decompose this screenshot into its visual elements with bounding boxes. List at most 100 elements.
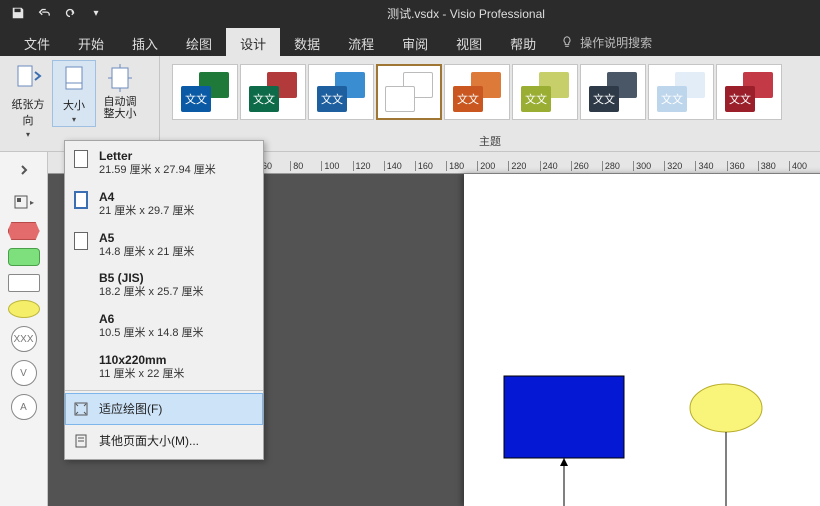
tab-data[interactable]: 数据 bbox=[280, 26, 334, 56]
ruler-tick: 360 bbox=[727, 161, 758, 171]
size-option[interactable]: 110x220mm11 厘米 x 22 厘米 bbox=[65, 347, 263, 388]
size-icon bbox=[58, 63, 90, 95]
page-icon bbox=[74, 150, 88, 168]
page-icon bbox=[74, 191, 88, 209]
tab-process[interactable]: 流程 bbox=[334, 26, 388, 56]
ruler-tick: 280 bbox=[602, 161, 633, 171]
quick-shape-ellipse[interactable] bbox=[8, 300, 40, 318]
shapes-pane-collapsed: ▸ XXX V A bbox=[0, 152, 48, 506]
app-name: Visio Professional bbox=[450, 7, 545, 21]
quick-shape-circle-3[interactable]: A bbox=[11, 394, 37, 420]
ruler-tick: 300 bbox=[633, 161, 664, 171]
group-themes: 文文文文文文文文文文文文文文文文 主题 bbox=[160, 56, 820, 151]
quick-shape-circle-2[interactable]: V bbox=[11, 360, 37, 386]
orientation-icon bbox=[12, 62, 44, 94]
size-option[interactable]: A610.5 厘米 x 14.8 厘米 bbox=[65, 306, 263, 347]
tab-help[interactable]: 帮助 bbox=[496, 26, 550, 56]
theme-thumb[interactable]: 文文 bbox=[512, 64, 578, 120]
window-title: 测试.vsdx - Visio Professional bbox=[112, 5, 820, 22]
ruler-tick: 200 bbox=[477, 161, 508, 171]
size-option-title: A5 bbox=[99, 231, 194, 246]
quick-shape-circle-1[interactable]: XXX bbox=[11, 326, 37, 352]
tab-review[interactable]: 审阅 bbox=[388, 26, 442, 56]
pin-button[interactable]: ▸ bbox=[10, 190, 38, 214]
chevron-down-icon: ▾ bbox=[26, 130, 30, 139]
arrowhead-icon bbox=[560, 458, 568, 466]
size-option-subtitle: 14.8 厘米 x 21 厘米 bbox=[99, 246, 194, 260]
shape-ellipse[interactable] bbox=[690, 384, 762, 432]
lightbulb-icon bbox=[560, 35, 574, 49]
size-dropdown: Letter21.59 厘米 x 27.94 厘米A421 厘米 x 29.7 … bbox=[64, 140, 264, 460]
title-bar: ▾ 测试.vsdx - Visio Professional bbox=[0, 0, 820, 26]
quick-shape-rounded-rect[interactable] bbox=[8, 248, 40, 266]
tell-me-search[interactable]: 操作说明搜索 bbox=[560, 26, 652, 56]
theme-thumb[interactable]: 文文 bbox=[308, 64, 374, 120]
qat-customize-button[interactable]: ▾ bbox=[84, 2, 108, 24]
group-page-setup: 纸张方向 ▾ 大小 ▾ 自动调整大小 页 bbox=[0, 56, 160, 151]
theme-thumb[interactable] bbox=[376, 64, 442, 120]
size-option-title: 110x220mm bbox=[99, 353, 184, 368]
theme-thumb[interactable]: 文文 bbox=[172, 64, 238, 120]
ruler-tick: 260 bbox=[571, 161, 602, 171]
size-option[interactable]: Letter21.59 厘米 x 27.94 厘米 bbox=[65, 143, 263, 184]
ribbon-tabs: 文件 开始 插入 绘图 设计 数据 流程 审阅 视图 帮助 操作说明搜索 bbox=[0, 26, 820, 56]
tab-view[interactable]: 视图 bbox=[442, 26, 496, 56]
ruler-tick: 400 bbox=[789, 161, 820, 171]
tab-home[interactable]: 开始 bbox=[64, 26, 118, 56]
ruler-tick: 100 bbox=[321, 161, 352, 171]
chevron-right-icon bbox=[18, 164, 30, 176]
ribbon: 纸张方向 ▾ 大小 ▾ 自动调整大小 页 文文文文文文文文文文文文文文文文 主题 bbox=[0, 56, 820, 152]
ruler-tick: 160 bbox=[415, 161, 446, 171]
ruler-tick: 120 bbox=[353, 161, 384, 171]
theme-gallery: 文文文文文文文文文文文文文文文文 bbox=[166, 60, 814, 133]
drawing-page[interactable] bbox=[464, 174, 820, 506]
save-icon bbox=[11, 6, 25, 20]
theme-thumb[interactable]: 文文 bbox=[716, 64, 782, 120]
size-option-title: A4 bbox=[99, 190, 194, 205]
autosize-icon bbox=[104, 62, 136, 94]
fit-to-drawing-action[interactable]: 适应绘图(F) bbox=[65, 393, 263, 425]
quick-shape-rect[interactable] bbox=[8, 274, 40, 292]
size-option-subtitle: 21.59 厘米 x 27.94 厘米 bbox=[99, 164, 216, 178]
orientation-button[interactable]: 纸张方向 ▾ bbox=[6, 60, 50, 141]
quick-shape-hexagon[interactable] bbox=[8, 222, 40, 240]
tab-insert[interactable]: 插入 bbox=[118, 26, 172, 56]
size-option-title: A6 bbox=[99, 312, 204, 327]
autosize-button[interactable]: 自动调整大小 bbox=[98, 60, 142, 122]
ruler-tick: 140 bbox=[384, 161, 415, 171]
theme-thumb[interactable]: 文文 bbox=[580, 64, 646, 120]
quick-access-toolbar: ▾ bbox=[6, 2, 108, 24]
ruler-tick: 220 bbox=[508, 161, 539, 171]
size-option-title: B5 (JIS) bbox=[99, 271, 204, 286]
ruler-tick: 380 bbox=[758, 161, 789, 171]
document-name: 测试.vsdx bbox=[387, 7, 439, 21]
tab-file[interactable]: 文件 bbox=[10, 26, 64, 56]
size-option-title: Letter bbox=[99, 149, 216, 164]
tab-draw[interactable]: 绘图 bbox=[172, 26, 226, 56]
size-option[interactable]: A421 厘米 x 29.7 厘米 bbox=[65, 184, 263, 225]
ruler-tick: 340 bbox=[695, 161, 726, 171]
size-option-subtitle: 11 厘米 x 22 厘米 bbox=[99, 368, 184, 382]
shape-rectangle[interactable] bbox=[504, 376, 624, 458]
more-page-sizes-action[interactable]: 其他页面大小(M)... bbox=[65, 425, 263, 457]
redo-icon bbox=[63, 6, 77, 20]
undo-icon bbox=[37, 6, 51, 20]
size-option[interactable]: B5 (JIS)18.2 厘米 x 25.7 厘米 bbox=[65, 265, 263, 306]
theme-thumb[interactable]: 文文 bbox=[648, 64, 714, 120]
theme-thumb[interactable]: 文文 bbox=[444, 64, 510, 120]
ruler-tick: 320 bbox=[664, 161, 695, 171]
undo-button[interactable] bbox=[32, 2, 56, 24]
ruler-tick: 240 bbox=[540, 161, 571, 171]
size-option[interactable]: A514.8 厘米 x 21 厘米 bbox=[65, 225, 263, 266]
size-button[interactable]: 大小 ▾ bbox=[52, 60, 96, 127]
redo-button[interactable] bbox=[58, 2, 82, 24]
shapes-panel-icon bbox=[13, 194, 29, 210]
tab-design[interactable]: 设计 bbox=[226, 26, 280, 56]
save-button[interactable] bbox=[6, 2, 30, 24]
size-option-subtitle: 18.2 厘米 x 25.7 厘米 bbox=[99, 286, 204, 300]
chevron-right-icon: ▸ bbox=[30, 198, 34, 207]
expand-shapes-button[interactable] bbox=[0, 158, 47, 182]
fit-icon bbox=[71, 399, 91, 419]
chevron-down-icon: ▾ bbox=[72, 115, 76, 124]
theme-thumb[interactable]: 文文 bbox=[240, 64, 306, 120]
